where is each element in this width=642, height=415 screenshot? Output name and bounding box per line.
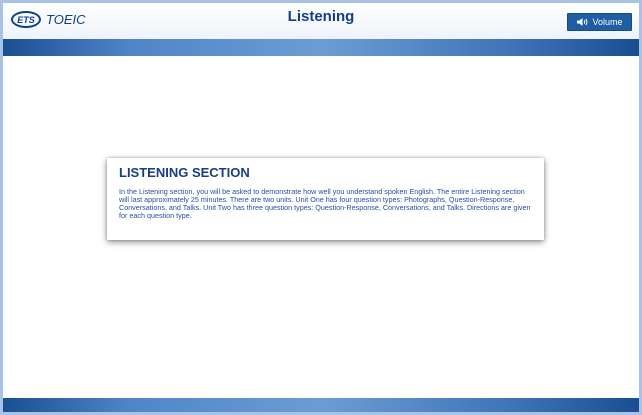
- main-content: LISTENING SECTION In the Listening secti…: [3, 56, 639, 401]
- volume-button[interactable]: Volume: [567, 13, 632, 31]
- blue-header-bar: [3, 39, 639, 56]
- page-title: Listening: [287, 8, 355, 25]
- speaker-icon: [576, 17, 589, 27]
- section-heading: LISTENING SECTION: [119, 165, 250, 180]
- toeic-listening-window: ETS TOEIC Listening Volume LISTENING SEC…: [0, 0, 642, 415]
- section-description: In the Listening section, you will be as…: [119, 187, 531, 220]
- blue-footer-bar: [3, 398, 639, 412]
- volume-button-label: Volume: [592, 17, 623, 27]
- listening-section-instructions: LISTENING SECTION In the Listening secti…: [107, 158, 544, 240]
- top-header: ETS TOEIC Listening Volume: [3, 3, 639, 39]
